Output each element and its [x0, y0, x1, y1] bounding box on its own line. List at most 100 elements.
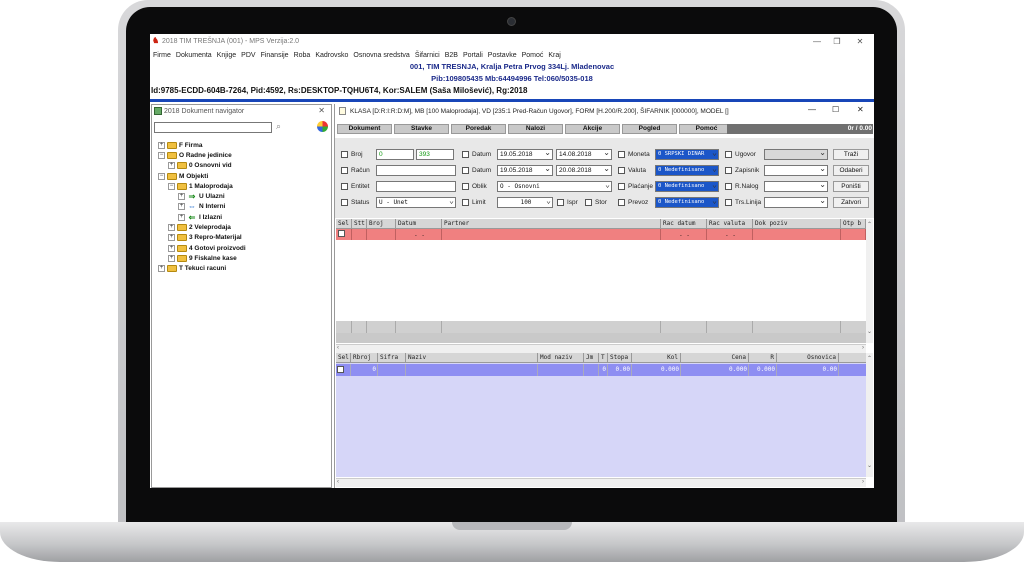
col-stt[interactable]: Stt	[352, 219, 367, 228]
menu-knjige[interactable]: Knjige	[217, 52, 236, 59]
tree-expander-icon[interactable]: +	[168, 244, 175, 252]
limit-select[interactable]: 100	[497, 197, 553, 208]
moneta-checkbox[interactable]	[618, 151, 625, 158]
col-broj[interactable]: Broj	[367, 219, 396, 228]
menu-firme[interactable]: Firme	[153, 52, 171, 59]
tree-expander-icon[interactable]: +	[168, 254, 175, 262]
tree-item[interactable]: + ⇔ N Interni	[158, 202, 246, 212]
tree-item[interactable]: +3 Repro-Materijal	[158, 233, 246, 243]
close-button[interactable]: ✕	[853, 36, 867, 47]
rnalog-select[interactable]	[764, 181, 828, 192]
tree-expander-icon[interactable]: −	[158, 172, 165, 180]
col-partner[interactable]: Partner	[442, 219, 661, 228]
col-datum[interactable]: Datum	[396, 219, 442, 228]
menu-b2b[interactable]: B2B	[445, 52, 458, 59]
ugovor-select[interactable]	[764, 149, 828, 160]
tree-item[interactable]: − O Radne jedinice	[158, 150, 246, 160]
tab-pomoc[interactable]: Pomoć	[679, 124, 734, 134]
tree-item[interactable]: +4 Gotovi proizvodi	[158, 243, 246, 253]
tree-expander-icon[interactable]: +	[168, 162, 175, 170]
menu-osnovna-sredstva[interactable]: Osnovna sredstva	[353, 52, 409, 59]
trslinija-select[interactable]	[764, 197, 828, 208]
col-sifra[interactable]: Sifra	[378, 353, 406, 362]
tree-item[interactable]: − M Objekti	[158, 171, 246, 181]
entitet-field[interactable]	[376, 181, 456, 192]
col-kol[interactable]: Kol	[632, 353, 681, 362]
tab-pogled[interactable]: Pogled	[622, 124, 677, 134]
trslinija-checkbox[interactable]	[725, 199, 732, 206]
col-t[interactable]: T	[599, 353, 608, 362]
menu-roba[interactable]: Roba	[294, 52, 311, 59]
menu-kadrovsko[interactable]: Kadrovsko	[315, 52, 348, 59]
table-row[interactable]: . . . . . .	[336, 229, 866, 240]
placanje-select[interactable]: 0 Nedefinisano	[655, 181, 719, 192]
tab-stavke[interactable]: Stavke	[394, 124, 449, 134]
tree-item[interactable]: + ⇒ U Ulazni	[158, 191, 246, 201]
menu-dokumenta[interactable]: Dokumenta	[176, 52, 212, 59]
tree-expander-icon[interactable]: −	[168, 182, 175, 190]
ispr-checkbox[interactable]	[557, 199, 564, 206]
datum1-from-field[interactable]: 19.05.2018	[497, 149, 553, 160]
tree-expander-icon[interactable]: +	[178, 193, 185, 201]
item-sel-cell[interactable]	[336, 364, 351, 376]
color-palette-icon[interactable]	[317, 121, 328, 132]
racun-checkbox[interactable]	[341, 167, 348, 174]
odaberi-button[interactable]: Odaberi	[833, 165, 869, 176]
menu-portali[interactable]: Portali	[463, 52, 483, 59]
items-vertical-scrollbar[interactable]: ⌃ ⌄	[866, 353, 873, 477]
datum2-from-field[interactable]: 19.05.2018	[497, 165, 553, 176]
row-sel-cell[interactable]	[336, 229, 352, 240]
col-mod-naziv[interactable]: Mod naziv	[538, 353, 584, 362]
tab-dokument[interactable]: Dokument	[337, 124, 392, 134]
datum2-to-field[interactable]: 20.08.2018	[556, 165, 612, 176]
tree-expander-icon[interactable]: +	[178, 203, 185, 211]
datum2-checkbox[interactable]	[462, 167, 469, 174]
menu-kraj[interactable]: Kraj	[548, 52, 560, 59]
tree-item[interactable]: +9 Fiskalne kase	[158, 253, 246, 263]
oblik-checkbox[interactable]	[462, 183, 469, 190]
broj-from-field[interactable]: 0	[376, 149, 414, 160]
col-naziv[interactable]: Naziv	[406, 353, 538, 362]
datum1-checkbox[interactable]	[462, 151, 469, 158]
status-select[interactable]: U - Unet	[376, 197, 456, 208]
col-r[interactable]: R	[749, 353, 777, 362]
documents-horizontal-scrollbar[interactable]: ‹ ›	[336, 344, 866, 353]
entitet-checkbox[interactable]	[341, 183, 348, 190]
search-icon[interactable]: ⌕	[276, 121, 281, 132]
col-rbroj[interactable]: Rbroj	[351, 353, 378, 362]
tab-poredak[interactable]: Poredak	[451, 124, 506, 134]
valuta-checkbox[interactable]	[618, 167, 625, 174]
tab-nalozi[interactable]: Nalozi	[508, 124, 563, 134]
tree-expander-icon[interactable]: +	[168, 224, 175, 232]
col-dok-poziv[interactable]: Dok poziv	[753, 219, 841, 228]
trazi-button[interactable]: Traži	[833, 149, 869, 160]
minimize-button[interactable]: —	[810, 36, 824, 47]
tree-expander-icon[interactable]: +	[158, 141, 165, 149]
restore-button[interactable]: ❐	[830, 36, 844, 47]
col-rac-datum[interactable]: Rac datum	[661, 219, 707, 228]
stor-checkbox[interactable]	[585, 199, 592, 206]
col-jm[interactable]: Jm	[584, 353, 599, 362]
tree-expander-icon[interactable]: −	[158, 151, 165, 159]
col-rac-valuta[interactable]: Rac valuta	[707, 219, 753, 228]
col-sel[interactable]: Sel	[336, 219, 352, 228]
status-checkbox[interactable]	[341, 199, 348, 206]
menu-pomoc[interactable]: Pomoć	[522, 52, 544, 59]
broj-checkbox[interactable]	[341, 151, 348, 158]
zapisnik-checkbox[interactable]	[725, 167, 732, 174]
col-osnovica[interactable]: Osnovica	[777, 353, 839, 362]
tree-item[interactable]: − 1 Maloprodaja	[158, 181, 246, 191]
prevoz-checkbox[interactable]	[618, 199, 625, 206]
col-stopa[interactable]: Stopa	[608, 353, 632, 362]
racun-field[interactable]	[376, 165, 456, 176]
broj-to-field[interactable]: 393	[416, 149, 454, 160]
ponisti-button[interactable]: Poništi	[833, 181, 869, 192]
ugovor-checkbox[interactable]	[725, 151, 732, 158]
prevoz-select[interactable]: 0 Nedefinisano	[655, 197, 719, 208]
documents-vertical-scrollbar[interactable]: ⌃ ⌄	[866, 219, 873, 343]
tree-item[interactable]: + F Firma	[158, 140, 246, 150]
table-row[interactable]: 0 0 0.00 0.000 0.000 0.000 0.00	[336, 364, 866, 376]
items-horizontal-scrollbar[interactable]: ‹ ›	[336, 478, 866, 487]
menu-postavke[interactable]: Postavke	[488, 52, 517, 59]
col-otp-b[interactable]: Otp b	[841, 219, 866, 228]
